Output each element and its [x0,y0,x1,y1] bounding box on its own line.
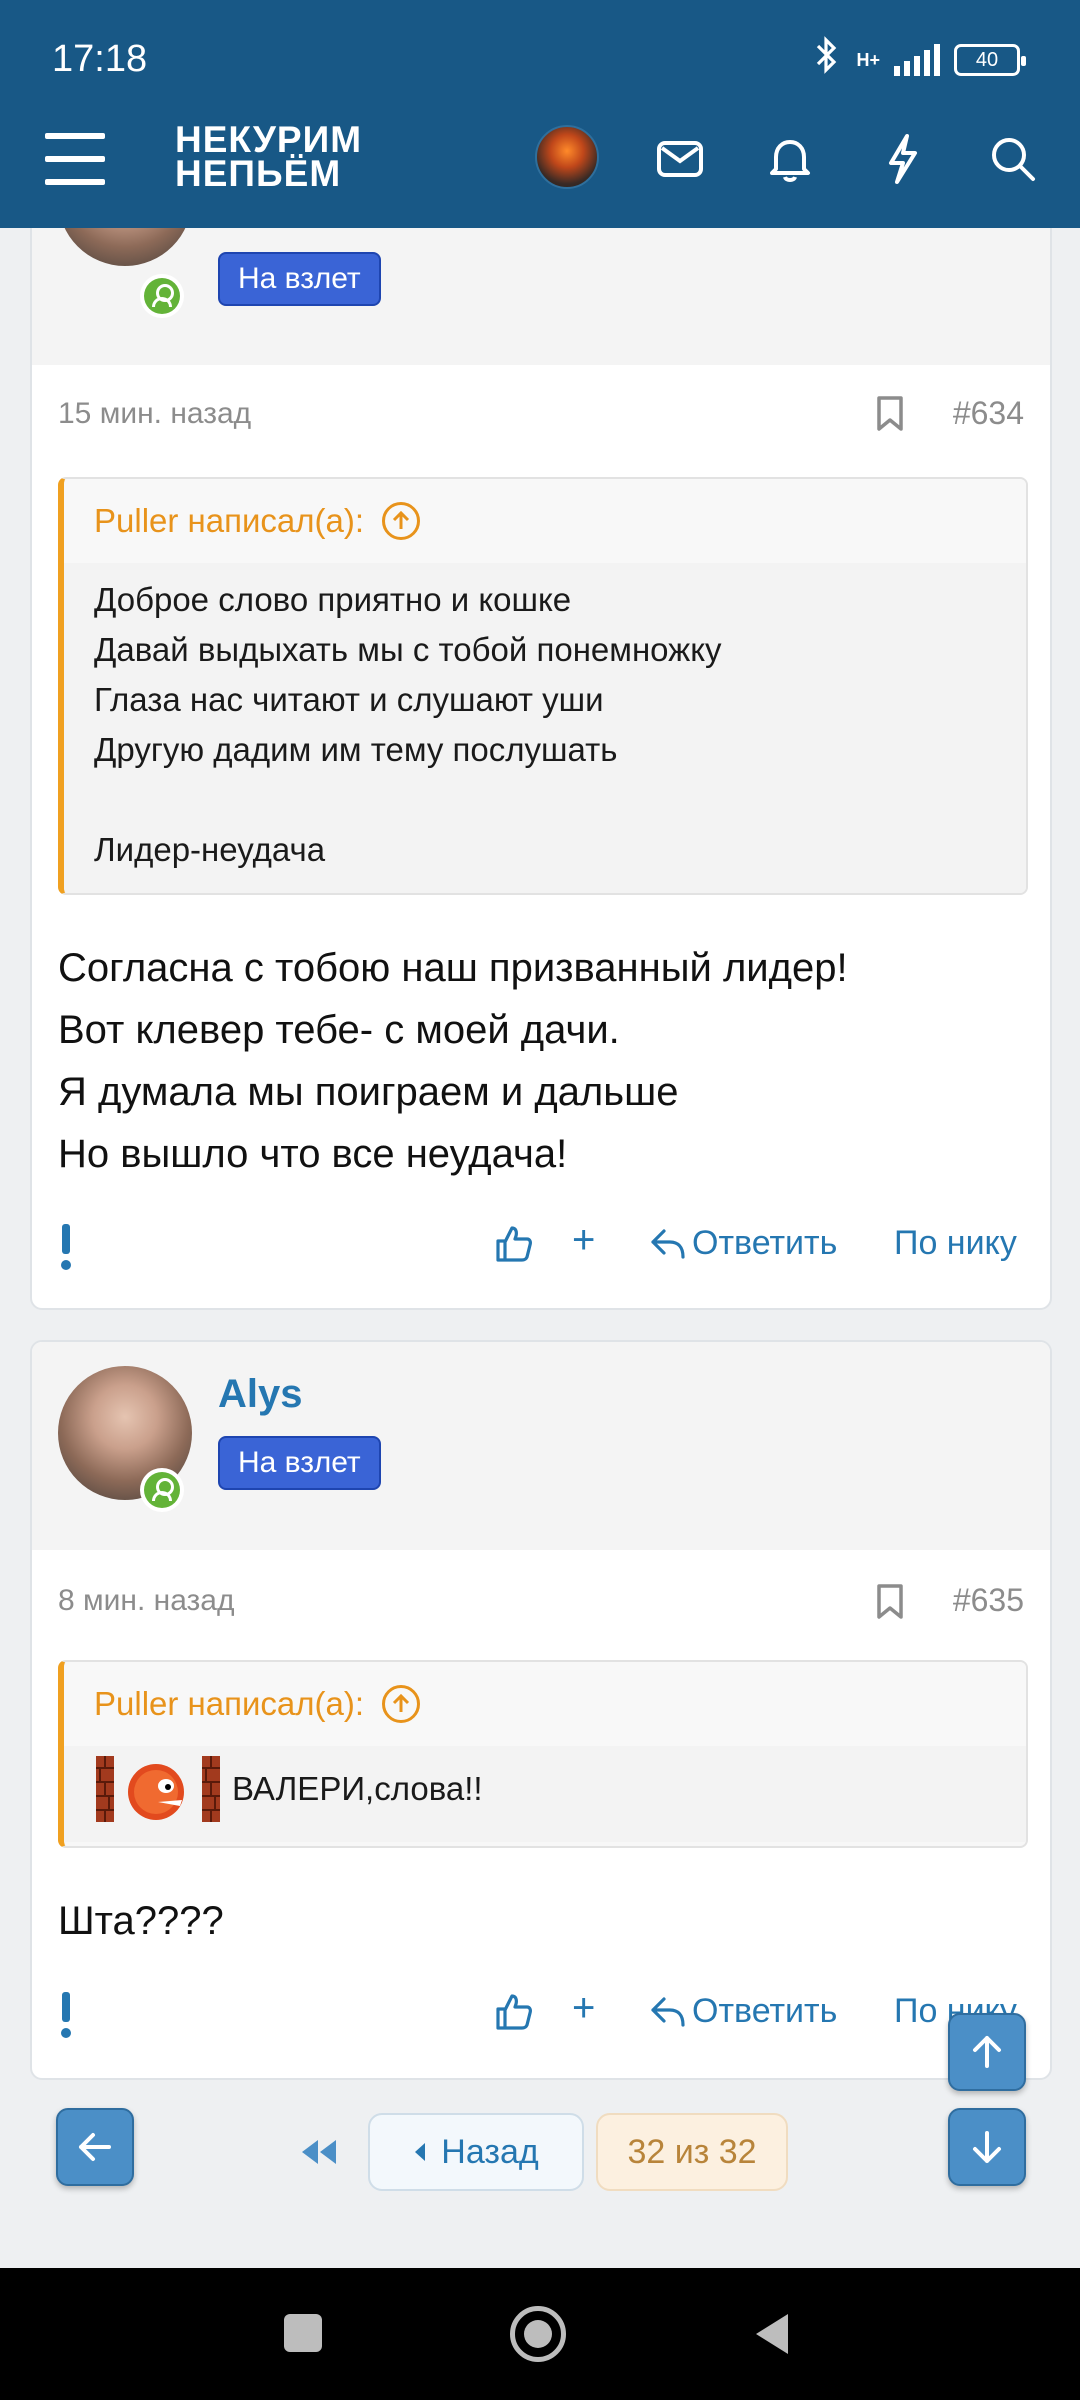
lightning-icon[interactable] [875,131,931,187]
reply-label: Ответить [692,1224,838,1262]
network-type: H+ [856,50,880,70]
scroll-top-button[interactable] [948,2013,1026,2091]
arrow-down-icon [973,2131,1001,2163]
arrow-up-icon [973,2036,1001,2068]
post-635: Alys На взлет 8 мин. назад #635 Puller н… [30,1340,1052,2080]
recent-apps-icon[interactable] [284,2314,322,2352]
post-number[interactable]: #634 [953,395,1024,432]
message-line: Но вышло что все неудача! [58,1132,568,1176]
like-icon[interactable] [494,1992,534,2032]
quote-line: Давай выдыхать мы с тобой понемножку [94,631,722,668]
system-nav-bar [0,2268,1080,2400]
post-user-info: Alys На взлет [32,1342,1050,1550]
quote-line: Глаза нас читают и слушают уши [94,681,604,718]
bluetooth-icon [812,36,842,84]
post-number[interactable]: #635 [953,1582,1024,1619]
plus-button[interactable]: + [572,1986,595,2031]
back-icon[interactable] [752,2310,792,2363]
double-chevron-left-icon [302,2140,336,2164]
quote-author: Puller написал(а): [94,1685,365,1722]
bookmark-icon[interactable] [876,1584,904,1620]
post-time[interactable]: 8 мин. назад [58,1584,235,1618]
online-status-icon [140,274,184,318]
menu-icon[interactable] [45,133,105,189]
bookmark-icon[interactable] [876,396,904,432]
quote-line [94,775,996,825]
battery-icon: 40 [954,44,1026,76]
user-avatar[interactable] [535,125,599,189]
post-message: Согласна с тобою наш призванный лидер! В… [58,937,848,1185]
quote-line: Доброе слово приятно и кошке [94,581,572,618]
online-status-icon [140,1468,184,1512]
home-icon[interactable] [510,2306,566,2362]
logo-line2: НЕПЬЁМ [175,153,342,194]
status-time: 17:18 [52,38,148,80]
quote-line: ВАЛЕРИ,слова!! [232,1770,483,1807]
quote-author: Puller написал(а): [94,502,365,539]
quote-block: Puller написал(а): ВАЛЕРИ,слова!! [58,1660,1028,1848]
quote-header[interactable]: Puller написал(а): [64,479,1026,563]
signal-icon [894,44,940,76]
page-indicator[interactable]: 32 из 32 [596,2113,788,2191]
quote-header[interactable]: Puller написал(а): [64,1662,1026,1746]
quote-line: Другую дадим им тему послушать [94,731,618,768]
author-username[interactable]: Alys [218,1372,303,1417]
quote-text: ВАЛЕРИ,слова!! [64,1746,1026,1842]
quote-text: Доброе слово приятно и кошке Давай выдых… [64,563,1026,893]
reply-label: Ответить [692,1992,838,2030]
user-rank-badge: На взлет [218,1436,381,1490]
reply-button[interactable]: Ответить [650,1992,837,2031]
first-page-button[interactable] [292,2113,344,2191]
arrow-up-circle-icon[interactable] [382,502,421,540]
message-line: Шта???? [58,1899,224,1943]
report-icon[interactable] [60,1224,71,1270]
arrow-left-icon [79,2133,111,2161]
logo-line1: НЕКУРИМ [175,119,363,160]
status-bar: 17:18 H+ 40 [0,0,1080,115]
quote-block: Puller написал(а): Доброе слово приятно … [58,477,1028,895]
message-line: Вот клевер тебе- с моей дачи. [58,1008,620,1052]
bell-icon[interactable] [762,131,818,187]
prev-page-button[interactable]: Назад [368,2113,584,2191]
post-actions: + Ответить По нику [32,1218,1050,1280]
like-icon[interactable] [494,1224,534,1264]
status-icons: H+ 40 [812,36,1026,84]
arrow-up-circle-icon[interactable] [382,1685,421,1723]
nav-bar: НЕКУРИМ НЕПЬЁМ [0,115,1080,228]
go-back-button[interactable] [56,2108,134,2186]
reply-button[interactable]: Ответить [650,1224,837,1263]
post-time[interactable]: 15 мин. назад [58,397,251,431]
chevron-left-icon [415,2143,426,2161]
site-logo[interactable]: НЕКУРИМ НЕПЬЁМ [175,119,363,194]
prev-page-label: Назад [441,2132,539,2171]
scroll-bottom-button[interactable] [948,2108,1026,2186]
plus-button[interactable]: + [572,1218,595,1263]
by-nick-button[interactable]: По нику [894,1224,1017,1263]
post-634: На взлет 15 мин. назад #634 Puller напис… [30,150,1052,1310]
search-icon[interactable] [985,131,1041,187]
post-message: Шта???? [58,1890,224,1952]
quote-line: Лидер-неудача [94,831,326,868]
app-header: 17:18 H+ 40 НЕКУРИМ НЕПЬЁМ [0,0,1080,228]
post-actions: + Ответить По нику [32,1986,1050,2048]
mail-icon[interactable] [652,131,708,187]
smiley-wall-emoji-icon [96,1756,220,1822]
user-rank-badge: На взлет [218,252,381,306]
message-line: Я думала мы поиграем и дальше [58,1070,679,1114]
report-icon[interactable] [60,1992,71,2038]
message-line: Согласна с тобою наш призванный лидер! [58,946,848,990]
